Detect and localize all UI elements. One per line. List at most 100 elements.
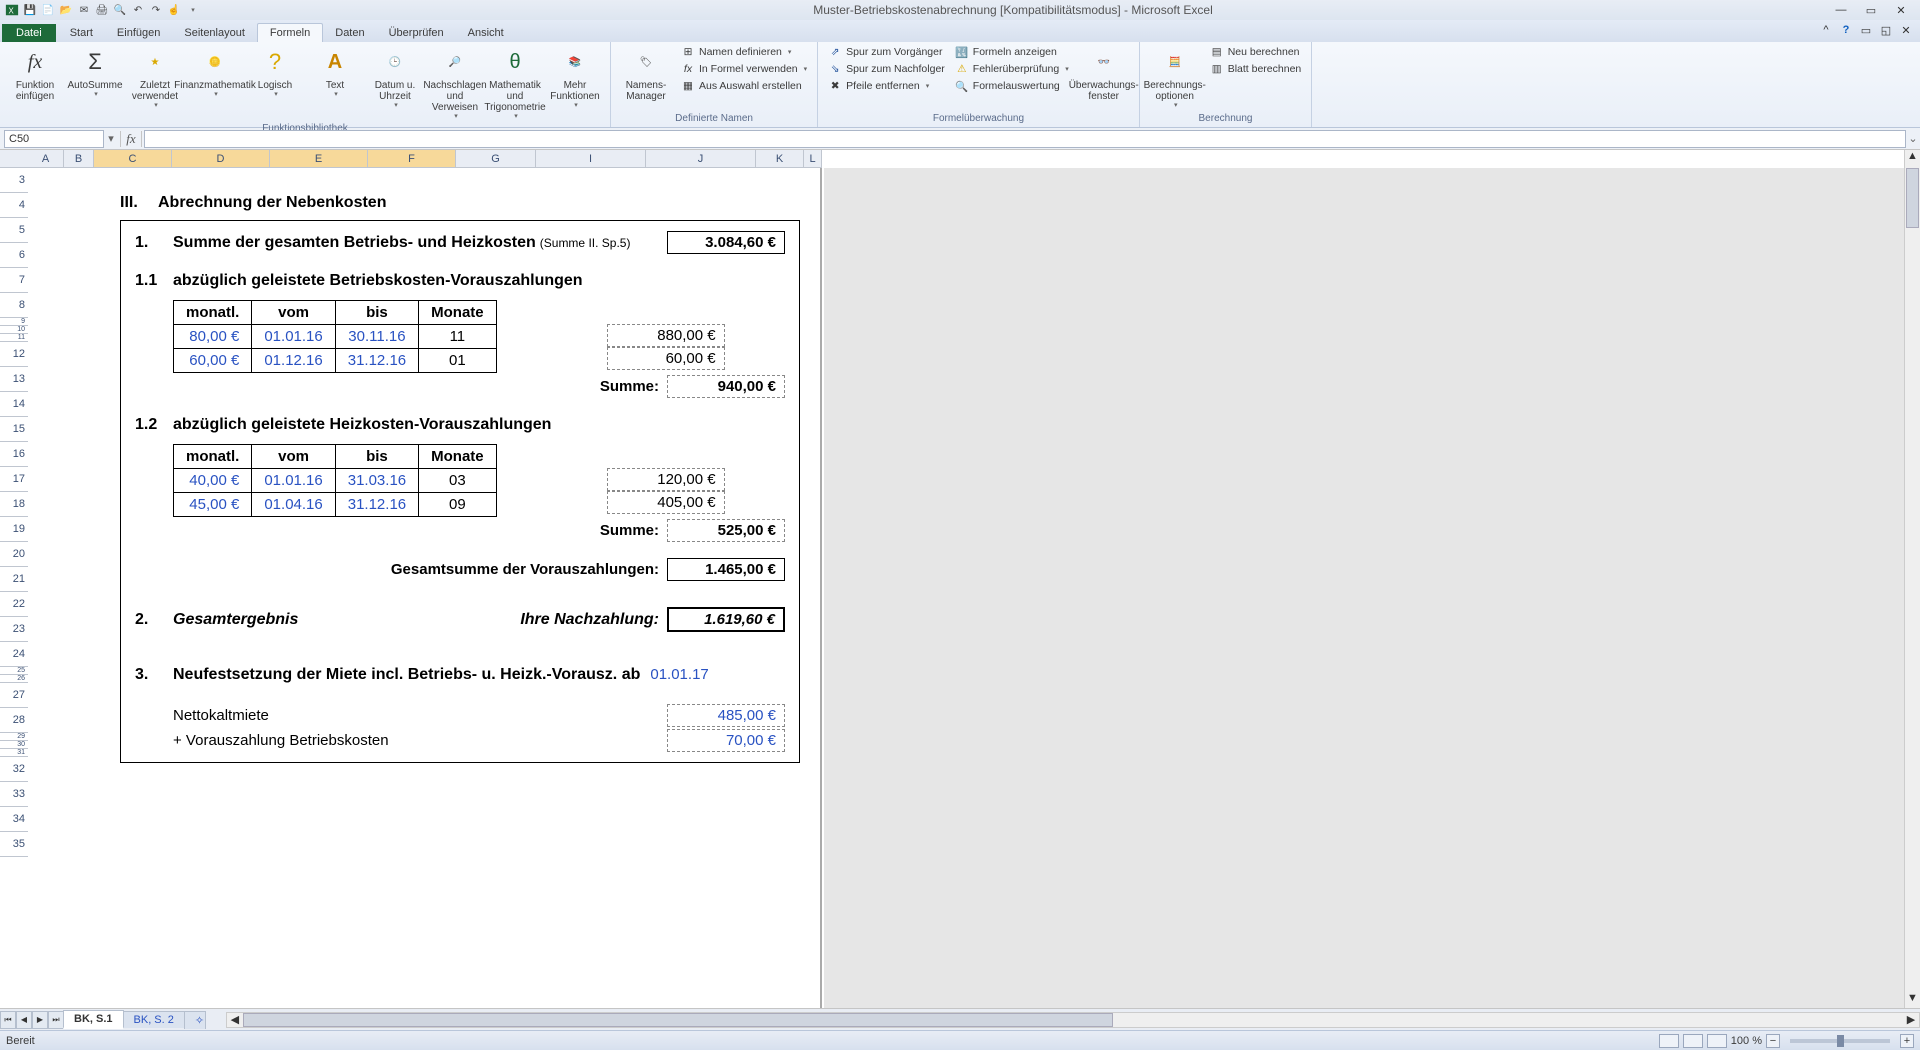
cell[interactable]: 11 <box>419 325 497 349</box>
column-header-I[interactable]: I <box>536 150 646 167</box>
tab-data[interactable]: Daten <box>323 24 376 42</box>
cell[interactable]: 03 <box>419 469 497 493</box>
tab-review[interactable]: Überprüfen <box>377 24 456 42</box>
expand-formula-bar-icon[interactable]: ⌄ <box>1906 132 1920 145</box>
row-header-27[interactable]: 27 <box>0 683 28 708</box>
cell[interactable]: 09 <box>419 493 497 517</box>
open-icon[interactable]: 📂 <box>58 2 74 18</box>
name-box-dropdown-icon[interactable]: ▾ <box>104 132 118 145</box>
scroll-right-icon[interactable]: ▶ <box>1903 1013 1919 1026</box>
column-header-A[interactable]: A <box>28 150 64 167</box>
scroll-up-icon[interactable]: ▲ <box>1905 150 1920 166</box>
scroll-left-icon[interactable]: ◀ <box>227 1013 243 1026</box>
row-header-7[interactable]: 7 <box>0 268 28 293</box>
row-header-8[interactable]: 8 <box>0 293 28 318</box>
column-header-D[interactable]: D <box>172 150 270 167</box>
zoom-percent[interactable]: 100 % <box>1731 1035 1762 1047</box>
tab-start[interactable]: Start <box>58 24 105 42</box>
row-header-14[interactable]: 14 <box>0 392 28 417</box>
sheet-tab-2[interactable]: BK, S. 2 <box>123 1011 185 1028</box>
row-header-11[interactable]: 11 <box>0 334 28 342</box>
select-all-corner[interactable] <box>0 150 28 168</box>
datetime-button[interactable]: 🕒 Datum u. Uhrzeit <box>366 44 424 112</box>
watch-window-button[interactable]: 👓 Überwachungs-fenster <box>1075 44 1133 104</box>
row-header-6[interactable]: 6 <box>0 243 28 268</box>
remove-arrows-button[interactable]: ✖Pfeile entfernen <box>824 78 949 94</box>
row-header-33[interactable]: 33 <box>0 782 28 807</box>
help-icon[interactable]: ? <box>1838 22 1854 38</box>
window-restore-icon[interactable]: ▭ <box>1858 22 1874 38</box>
workbook-close-icon[interactable]: ✕ <box>1898 22 1914 38</box>
row-header-34[interactable]: 34 <box>0 807 28 832</box>
row-header-19[interactable]: 19 <box>0 517 28 542</box>
define-name-button[interactable]: ⊞Namen definieren <box>677 44 811 60</box>
row-header-17[interactable]: 17 <box>0 467 28 492</box>
column-header-L[interactable]: L <box>804 150 822 167</box>
view-pagelayout-button[interactable] <box>1683 1034 1703 1048</box>
row-header-24[interactable]: 24 <box>0 642 28 667</box>
zoom-out-button[interactable]: − <box>1766 1034 1780 1048</box>
row-header-4[interactable]: 4 <box>0 193 28 218</box>
row-header-12[interactable]: 12 <box>0 342 28 367</box>
cell[interactable]: 01.01.16 <box>252 325 335 349</box>
row-header-3[interactable]: 3 <box>0 168 28 193</box>
cell[interactable]: 60,00 € <box>174 349 252 373</box>
cell[interactable]: 30.11.16 <box>335 325 418 349</box>
recent-button[interactable]: ★ Zuletzt verwendet <box>126 44 184 112</box>
close-button[interactable]: ✕ <box>1886 1 1916 19</box>
name-box[interactable]: C50 <box>4 130 104 148</box>
row-header-16[interactable]: 16 <box>0 442 28 467</box>
trace-dependents-button[interactable]: ⇘Spur zum Nachfolger <box>824 61 949 77</box>
cell[interactable]: 01.04.16 <box>252 493 335 517</box>
new-icon[interactable]: 📄 <box>40 2 56 18</box>
row-header-18[interactable]: 18 <box>0 492 28 517</box>
maximize-button[interactable]: ▭ <box>1856 1 1886 19</box>
use-in-formula-button[interactable]: fxIn Formel verwenden <box>677 61 811 77</box>
cell[interactable]: 31.12.16 <box>335 493 418 517</box>
cell[interactable]: 40,00 € <box>174 469 252 493</box>
calc-options-button[interactable]: 🧮 Berechnungs-optionen <box>1146 44 1204 112</box>
row-header-28[interactable]: 28 <box>0 708 28 733</box>
cell[interactable]: 01.01.16 <box>252 469 335 493</box>
column-header-G[interactable]: G <box>456 150 536 167</box>
error-check-button[interactable]: ⚠Fehlerüberprüfung <box>951 61 1073 77</box>
row-header-23[interactable]: 23 <box>0 617 28 642</box>
financial-button[interactable]: 🪙 Finanzmathematik <box>186 44 244 101</box>
row-header-13[interactable]: 13 <box>0 367 28 392</box>
row-header-22[interactable]: 22 <box>0 592 28 617</box>
sheet-tab-1[interactable]: BK, S.1 <box>63 1010 124 1029</box>
item3-date[interactable]: 01.01.17 <box>650 666 708 683</box>
row-header-31[interactable]: 31 <box>0 749 28 757</box>
column-header-C[interactable]: C <box>94 150 172 167</box>
trace-precedents-button[interactable]: ⇗Spur zum Vorgänger <box>824 44 949 60</box>
cell[interactable]: 01.12.16 <box>252 349 335 373</box>
row-header-9[interactable]: 9 <box>0 318 28 326</box>
cell[interactable]: 80,00 € <box>174 325 252 349</box>
row-header-21[interactable]: 21 <box>0 567 28 592</box>
row-header-30[interactable]: 30 <box>0 741 28 749</box>
more-functions-button[interactable]: 📚 Mehr Funktionen <box>546 44 604 112</box>
touch-icon[interactable]: ☝ <box>166 2 182 18</box>
undo-icon[interactable]: ↶ <box>130 2 146 18</box>
recalc-sheet-button[interactable]: ▥Blatt berechnen <box>1206 61 1306 77</box>
math-button[interactable]: θ Mathematik und Trigonometrie <box>486 44 544 123</box>
sheet-nav-first[interactable]: ⏮ <box>0 1011 16 1029</box>
row-header-10[interactable]: 10 <box>0 326 28 334</box>
view-normal-button[interactable] <box>1659 1034 1679 1048</box>
cell[interactable]: 31.03.16 <box>335 469 418 493</box>
view-pagebreak-button[interactable] <box>1707 1034 1727 1048</box>
new-sheet-button[interactable]: ✧ <box>184 1011 206 1029</box>
vorbk-value[interactable]: 70,00 € <box>667 729 785 752</box>
row-header-25[interactable]: 25 <box>0 667 28 675</box>
row-header-35[interactable]: 35 <box>0 832 28 857</box>
sheet-nav-next[interactable]: ▶ <box>32 1011 48 1029</box>
minimize-button[interactable]: — <box>1826 1 1856 19</box>
lookup-button[interactable]: 🔎 Nachschlagen und Verweisen <box>426 44 484 123</box>
names-manager-button[interactable]: 🏷 Namens-Manager <box>617 44 675 104</box>
row-header-29[interactable]: 29 <box>0 733 28 741</box>
autosum-button[interactable]: Σ AutoSumme <box>66 44 124 101</box>
insert-function-button[interactable]: fx Funktion einfügen <box>6 44 64 104</box>
window-full-icon[interactable]: ◱ <box>1878 22 1894 38</box>
tab-pagelayout[interactable]: Seitenlayout <box>172 24 257 42</box>
preview-icon[interactable]: 🔍 <box>112 2 128 18</box>
